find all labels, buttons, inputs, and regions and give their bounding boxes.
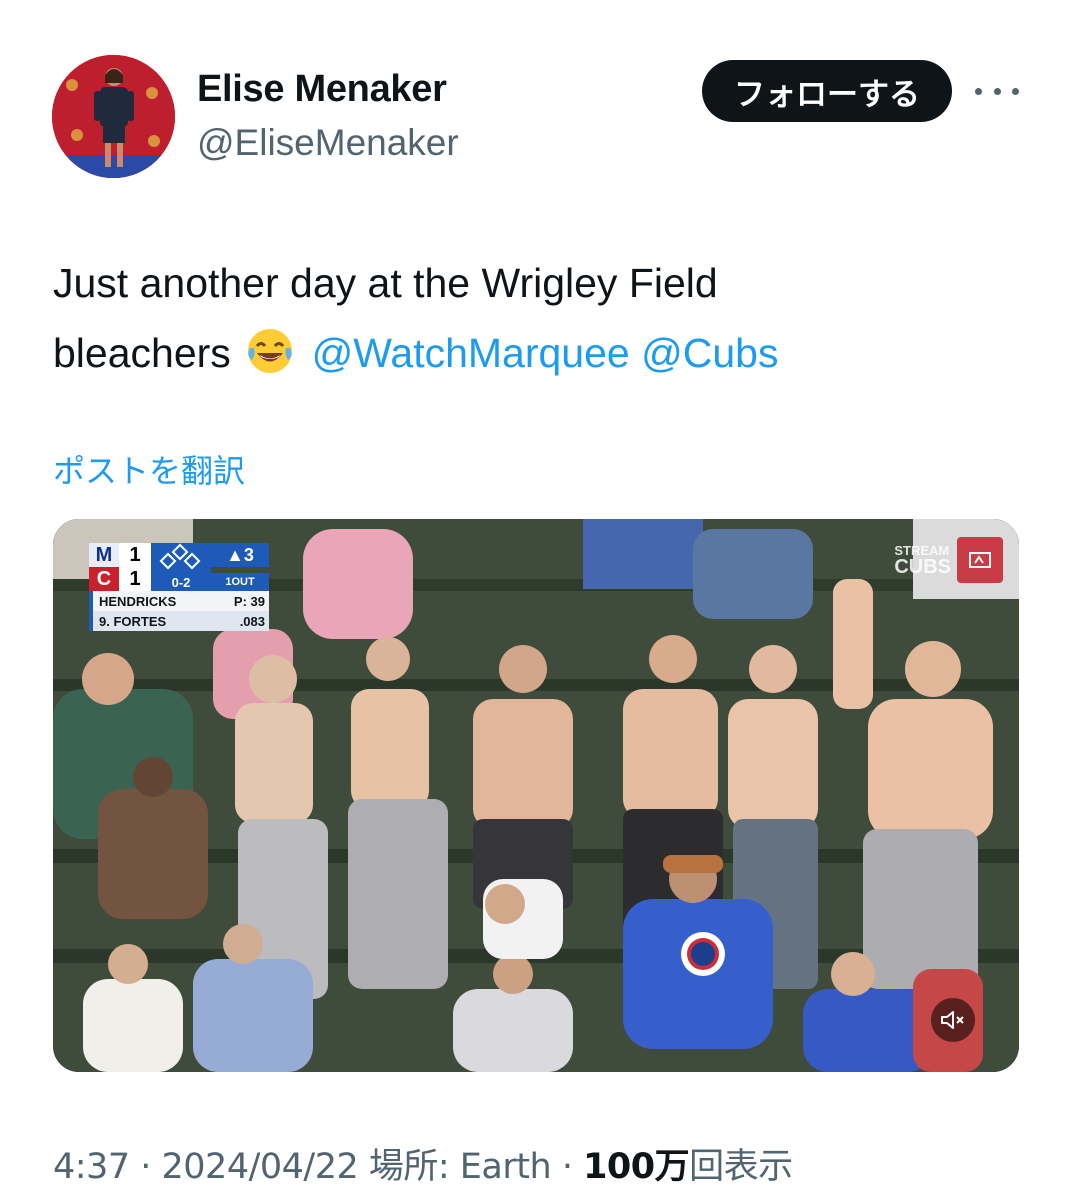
more-options-icon[interactable]: [975, 74, 1019, 108]
stream-badge: STREAM CUBS: [894, 537, 1003, 583]
stream-text: STREAM CUBS: [894, 544, 951, 578]
outs-indicator: 1OUT: [211, 573, 269, 591]
tweet-time[interactable]: 4:37: [53, 1147, 130, 1187]
pitcher-pitches: P: 39: [233, 593, 265, 609]
batter-average: .083: [239, 613, 265, 629]
author-handle[interactable]: @EliseMenaker: [197, 122, 459, 164]
tweet-date[interactable]: 2024/04/22: [162, 1147, 359, 1187]
author-display-name[interactable]: Elise Menaker: [197, 68, 447, 111]
tweet-page: Elise Menaker @EliseMenaker フォローする Just …: [0, 0, 1068, 1200]
dot: [975, 87, 982, 95]
translate-post-link[interactable]: ポストを翻訳: [53, 446, 245, 492]
views-count: 100万: [583, 1147, 690, 1187]
tweet-location: 場所: Earth: [368, 1147, 552, 1187]
mention-watchmarquee[interactable]: @WatchMarquee: [312, 330, 630, 376]
dot: [1012, 87, 1019, 95]
inning-indicator: ▲3: [211, 543, 269, 567]
away-score: 1: [119, 543, 151, 567]
home-score: 1: [119, 567, 151, 591]
mute-toggle-button[interactable]: [931, 998, 975, 1042]
away-team-logo: M: [89, 543, 119, 567]
batter-line: 9. FORTES .083: [89, 611, 269, 631]
tweet-text: Just another day at the Wrigley Field bl…: [53, 248, 1013, 388]
author-avatar[interactable]: [52, 55, 175, 178]
volume-muted-icon: [941, 1011, 964, 1029]
tweet-text-line-2: bleachers @WatchMarquee @Cubs: [53, 318, 1013, 388]
tweet-text-word: bleachers: [53, 330, 231, 376]
avatar-image: [52, 55, 175, 178]
pitch-count: 0-2: [151, 573, 211, 591]
marquee-logo-icon: [957, 537, 1003, 583]
stream-label-bottom: CUBS: [894, 556, 951, 578]
tweet-meta: 4:37 · 2024/04/22 場所: Earth · 100万回表示: [53, 1138, 793, 1189]
views-label: 回表示: [689, 1147, 793, 1187]
mention-cubs[interactable]: @Cubs: [641, 330, 778, 376]
home-team-logo: C: [89, 567, 119, 591]
pitcher-line: HENDRICKS P: 39: [89, 591, 269, 611]
pitcher-name: HENDRICKS: [99, 593, 177, 609]
tweet-text-line-1: Just another day at the Wrigley Field: [53, 260, 718, 306]
scorebug: M 1 C 1 ▲3 0-2 1OUT HENDRICKS P: 39 9. F…: [89, 543, 269, 631]
batter-name: 9. FORTES: [99, 613, 167, 629]
meta-separator: ·: [561, 1147, 584, 1187]
laughing-crying-emoji-icon: [248, 329, 293, 373]
tweet-video[interactable]: M 1 C 1 ▲3 0-2 1OUT HENDRICKS P: 39 9. F…: [53, 519, 1019, 1072]
dot: [993, 87, 1001, 95]
follow-button[interactable]: フォローする: [702, 60, 952, 122]
meta-separator: ·: [140, 1147, 162, 1187]
